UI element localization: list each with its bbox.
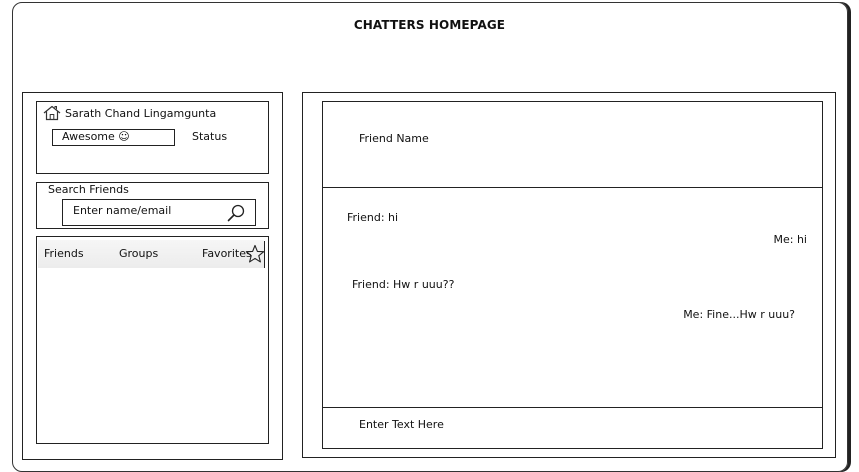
- chat-window: [322, 101, 823, 449]
- page-title: CHATTERS HOMEPAGE: [353, 18, 506, 32]
- user-name: Sarath Chand Lingamgunta: [65, 107, 217, 120]
- friend-name: Friend Name: [359, 132, 429, 145]
- search-placeholder: Enter name/email: [73, 204, 172, 217]
- message-friend: Friend: Hw r uuu??: [352, 278, 455, 291]
- home-icon: [43, 105, 61, 121]
- status-value: Awesome ☺: [62, 130, 130, 143]
- tab-groups[interactable]: Groups: [119, 247, 158, 260]
- search-friends-label: Search Friends: [48, 183, 129, 196]
- chat-input-divider: [322, 407, 823, 408]
- star-icon[interactable]: [245, 244, 265, 264]
- chat-header-divider: [322, 187, 823, 188]
- message-friend: Friend: hi: [347, 211, 399, 224]
- message-me: Me: Fine...Hw r uuu?: [683, 308, 795, 321]
- message-me: Me: hi: [773, 233, 808, 246]
- status-label: Status: [192, 130, 228, 143]
- tab-friends[interactable]: Friends: [44, 247, 84, 260]
- magnifier-icon[interactable]: [226, 203, 246, 223]
- message-input[interactable]: Enter Text Here: [359, 418, 444, 431]
